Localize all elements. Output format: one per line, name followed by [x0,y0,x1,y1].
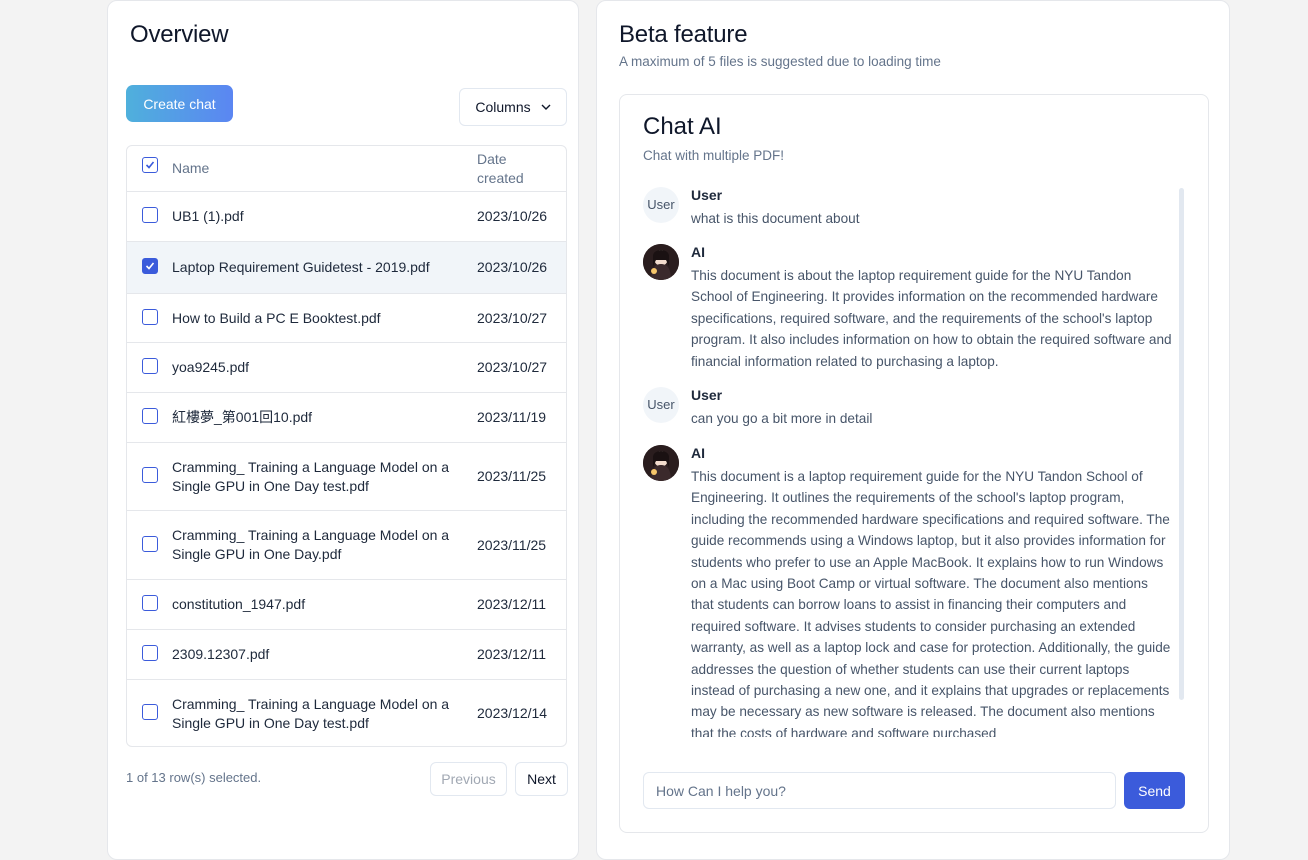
file-name: constitution_1947.pdf [172,596,306,612]
beta-title: Beta feature [619,21,748,48]
table-row[interactable]: Cramming_ Training a Language Model on a… [127,510,566,579]
file-date: 2023/11/19 [477,409,547,425]
file-date: 2023/10/26 [477,259,548,275]
previous-page-button[interactable]: Previous [430,762,507,796]
send-button[interactable]: Send [1124,772,1185,809]
file-date: 2023/11/25 [477,537,547,553]
row-checkbox[interactable] [142,258,158,274]
chat-message-user: User User can you go a bit more in detai… [643,387,1173,435]
table-header-row: Name Date created [127,146,566,191]
table-row[interactable]: Laptop Requirement Guidetest - 2019.pdf … [127,241,566,293]
file-date: 2023/10/27 [477,310,548,326]
table-row[interactable]: Cramming_ Training a Language Model on a… [127,442,566,510]
file-name: 2309.12307.pdf [172,646,270,662]
file-date: 2023/12/11 [477,596,547,612]
columns-label: Columns [475,99,531,115]
message-author: User [691,387,723,403]
check-icon [145,262,155,270]
row-checkbox[interactable] [142,309,158,325]
selection-status: 1 of 13 row(s) selected. [126,770,262,785]
message-text: This document is a laptop requirement gu… [691,469,1171,737]
files-table: Name Date created UB1 (1).pdf 2023/10/26… [126,145,567,747]
ai-avatar-image [643,445,679,481]
message-author: AI [691,244,705,260]
column-header-date-line1: Date [477,151,507,167]
row-checkbox[interactable] [142,595,158,611]
chat-message-ai: AI This document is a laptop requirement… [643,445,1173,737]
file-date: 2023/11/25 [477,468,547,484]
row-checkbox[interactable] [142,467,158,483]
file-name: yoa9245.pdf [172,359,250,375]
chat-messages[interactable]: User User what is this document about AI… [643,187,1173,737]
file-name: Cramming_ Training a Language Model on a… [172,459,450,494]
file-name: Cramming_ Training a Language Model on a… [172,527,450,562]
message-author: AI [691,445,705,461]
beta-feature-panel: Beta feature A maximum of 5 files is sug… [596,0,1230,860]
file-date: 2023/12/11 [477,646,547,662]
next-page-button[interactable]: Next [515,762,568,796]
ai-avatar [643,445,679,481]
file-date: 2023/12/14 [477,705,548,721]
chevron-down-icon [541,104,551,110]
row-checkbox[interactable] [142,704,158,720]
table-row[interactable]: Cramming_ Training a Language Model on a… [127,679,566,746]
overview-panel: Overview Create chat Columns Name Date c… [107,0,579,860]
table-row[interactable]: How to Build a PC E Booktest.pdf 2023/10… [127,293,566,342]
file-name: UB1 (1).pdf [172,208,244,224]
table-row[interactable]: yoa9245.pdf 2023/10/27 [127,342,566,392]
table-row[interactable]: constitution_1947.pdf 2023/12/11 [127,579,566,629]
file-name: 紅樓夢_第001回10.pdf [172,409,313,425]
ai-avatar [643,244,679,280]
beta-subtitle: A maximum of 5 files is suggested due to… [619,54,941,69]
columns-dropdown-button[interactable]: Columns [459,88,567,126]
check-icon [145,161,155,169]
file-name: Laptop Requirement Guidetest - 2019.pdf [172,259,430,275]
chat-card: Chat AI Chat with multiple PDF! User Use… [619,94,1209,833]
file-date: 2023/10/27 [477,359,548,375]
message-text: This document is about the laptop requir… [691,268,1172,369]
table-row[interactable]: UB1 (1).pdf 2023/10/26 [127,191,566,241]
column-header-date[interactable]: Date created [477,150,524,188]
select-all-checkbox[interactable] [142,157,158,173]
user-avatar: User [643,387,679,423]
create-chat-button[interactable]: Create chat [126,85,233,122]
column-header-name[interactable]: Name [172,159,462,178]
row-checkbox[interactable] [142,645,158,661]
row-checkbox[interactable] [142,536,158,552]
chat-title: Chat AI [643,113,722,140]
chat-subtitle: Chat with multiple PDF! [643,148,785,163]
row-checkbox[interactable] [142,358,158,374]
chat-scrollbar[interactable] [1179,188,1184,700]
ai-avatar-image [643,244,679,280]
table-row[interactable]: 紅樓夢_第001回10.pdf 2023/11/19 [127,392,566,442]
row-checkbox[interactable] [142,408,158,424]
chat-message-user: User User what is this document about [643,187,1173,235]
file-date: 2023/10/26 [477,208,548,224]
file-name: Cramming_ Training a Language Model on a… [172,696,450,731]
table-row[interactable]: 2309.12307.pdf 2023/12/11 [127,629,566,679]
file-name: How to Build a PC E Booktest.pdf [172,310,381,326]
user-avatar: User [643,187,679,223]
message-text: what is this document about [691,211,860,226]
column-header-date-line2: created [477,170,524,186]
chat-message-ai: AI This document is about the laptop req… [643,244,1173,379]
overview-title: Overview [130,21,229,48]
message-author: User [691,187,723,203]
chat-input[interactable] [643,772,1116,809]
message-text: can you go a bit more in detail [691,411,873,426]
row-checkbox[interactable] [142,207,158,223]
